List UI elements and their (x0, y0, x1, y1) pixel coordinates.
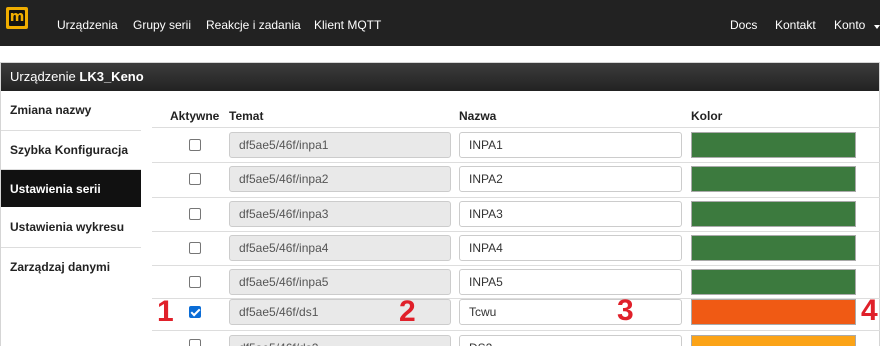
nav-link-account[interactable]: Konto (834, 18, 865, 32)
row-1-active-checkbox[interactable] (189, 139, 201, 151)
row-6-color-picker[interactable] (691, 299, 856, 325)
annotation-number-4: 4 (861, 294, 878, 327)
row-4-topic-field: df5ae5/46f/inpa4 (229, 235, 451, 261)
nav-link-devices[interactable]: Urządzenia (57, 18, 118, 32)
column-header-topic: Temat (229, 109, 264, 123)
nav-link-mqtt-client[interactable]: Klient MQTT (314, 18, 381, 32)
row-5-active-checkbox[interactable] (189, 276, 201, 288)
annotation-number-3: 3 (617, 294, 634, 327)
row-2-name-input[interactable]: INPA2 (459, 166, 682, 192)
chevron-down-icon[interactable] (874, 25, 880, 29)
sidebar-item-rename[interactable]: Zmiana nazwy (1, 91, 141, 129)
table-row-divider (152, 197, 880, 198)
row-4-active-checkbox[interactable] (189, 242, 201, 254)
row-1-name-input[interactable]: INPA1 (459, 132, 682, 158)
settings-sidebar: Zmiana nazwy Szybka Konfiguracja Ustawie… (1, 91, 141, 346)
row-7-active-checkbox[interactable] (189, 339, 201, 346)
row-4-name-input[interactable]: INPA4 (459, 235, 682, 261)
column-header-color: Kolor (691, 109, 723, 123)
column-header-active: Aktywne (170, 109, 220, 123)
nav-link-series-groups[interactable]: Grupy serii (133, 18, 191, 32)
row-6-name-input[interactable]: Tcwu (459, 299, 682, 325)
row-6-active-checkbox[interactable] (189, 306, 201, 318)
row-5-topic-field: df5ae5/46f/inpa5 (229, 269, 451, 295)
sidebar-item-label: Ustawienia wykresu (10, 220, 125, 234)
table-row-divider (152, 231, 880, 232)
column-header-name: Nazwa (459, 109, 497, 123)
row-5-color-picker[interactable] (691, 269, 856, 295)
row-3-topic-field: df5ae5/46f/inpa3 (229, 201, 451, 227)
sidebar-item-chart-settings[interactable]: Ustawienia wykresu (1, 208, 141, 246)
row-3-color-picker[interactable] (691, 201, 856, 227)
table-row-divider (152, 162, 880, 163)
app-logo[interactable]: m (6, 7, 28, 29)
row-2-color-picker[interactable] (691, 166, 856, 192)
table-row-divider (152, 127, 880, 128)
top-navbar: m Urządzenia Grupy serii Reakcje i zadan… (0, 0, 880, 46)
sidebar-item-label: Ustawienia serii (10, 182, 101, 196)
sidebar-item-manage-data[interactable]: Zarządzaj danymi (1, 247, 141, 285)
row-6-topic-field: df5ae5/46f/ds1 (229, 299, 451, 325)
row-7-color-picker[interactable] (691, 335, 856, 346)
table-row-divider (152, 330, 880, 331)
row-1-color-picker[interactable] (691, 132, 856, 158)
sidebar-item-label: Zarządzaj danymi (10, 260, 111, 274)
row-7-topic-field: df5ae5/46f/ds2 (229, 335, 451, 346)
sidebar-item-label: Szybka Konfiguracja (10, 143, 129, 157)
row-2-topic-field: df5ae5/46f/inpa2 (229, 166, 451, 192)
annotation-number-1: 1 (157, 295, 174, 328)
row-5-name-input[interactable]: INPA5 (459, 269, 682, 295)
panel-title-prefix: Urządzenie (10, 69, 76, 84)
sidebar-item-label: Zmiana nazwy (10, 103, 92, 117)
sidebar-item-series-settings[interactable]: Ustawienia serii (1, 169, 141, 207)
panel-title: Urządzenie LK3_Keno (1, 63, 879, 91)
sidebar-item-quick-config[interactable]: Szybka Konfiguracja (1, 130, 141, 168)
nav-link-docs[interactable]: Docs (730, 18, 757, 32)
nav-link-contact[interactable]: Kontakt (775, 18, 816, 32)
table-row-divider (152, 265, 880, 266)
device-name: LK3_Keno (79, 69, 144, 84)
nav-link-reactions-tasks[interactable]: Reakcje i zadania (206, 18, 301, 32)
row-3-name-input[interactable]: INPA3 (459, 201, 682, 227)
logo-letter: m (9, 9, 25, 26)
row-4-color-picker[interactable] (691, 235, 856, 261)
row-1-topic-field: df5ae5/46f/inpa1 (229, 132, 451, 158)
row-7-name-input[interactable]: DS2 (459, 335, 682, 346)
row-3-active-checkbox[interactable] (189, 208, 201, 220)
row-2-active-checkbox[interactable] (189, 173, 201, 185)
annotation-number-2: 2 (399, 295, 416, 328)
